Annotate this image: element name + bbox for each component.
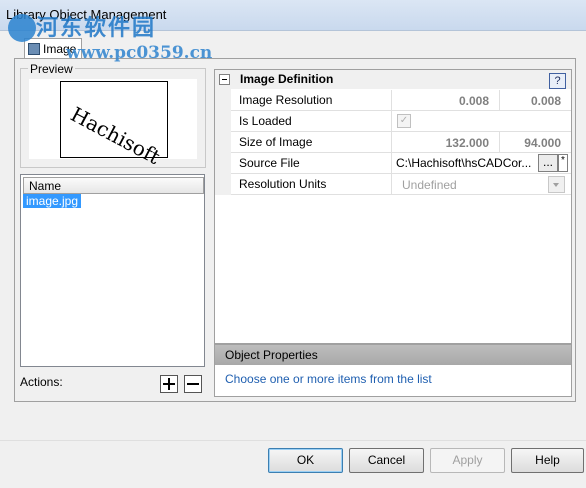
window-title: Library Object Management xyxy=(6,7,167,22)
property-name-cell[interactable]: Image Resolution xyxy=(231,90,392,110)
size-width-text: 132.000 xyxy=(445,136,489,150)
title-bar: Library Object Management xyxy=(0,0,586,31)
size-width-value[interactable]: 132.000 xyxy=(392,132,499,152)
resolution-x-text: 0.008 xyxy=(458,94,489,108)
resolution-units-select[interactable]: Undefined xyxy=(392,174,571,194)
asterisk-button[interactable]: * xyxy=(558,154,568,172)
help-button[interactable]: Help xyxy=(511,448,584,473)
property-name-cell[interactable]: Resolution Units xyxy=(231,174,392,194)
column-header-name: Name xyxy=(29,179,62,193)
size-height-value[interactable]: 94.000 xyxy=(500,132,571,152)
property-row-source-file: Source File C:\Hachisoft\hsCADCor... ...… xyxy=(231,153,571,174)
cancel-button[interactable]: Cancel xyxy=(349,448,424,473)
property-name: Is Loaded xyxy=(239,114,292,128)
tab-image-label: Image xyxy=(43,42,77,56)
browse-file-button[interactable]: ... xyxy=(538,154,558,172)
property-name: Resolution Units xyxy=(239,177,327,191)
property-grid: Image Definition ? Image Resolution 0.00… xyxy=(214,69,572,344)
property-name-cell[interactable]: Is Loaded xyxy=(231,111,392,131)
source-file-value[interactable]: C:\Hachisoft\hsCADCor... ... * xyxy=(392,153,571,173)
category-title: Image Definition xyxy=(240,72,334,86)
image-icon xyxy=(28,43,40,55)
preview-group-label: Preview xyxy=(28,62,75,76)
add-item-button[interactable] xyxy=(160,375,178,393)
chevron-down-icon[interactable] xyxy=(548,176,565,193)
property-help-button[interactable]: ? xyxy=(549,73,566,89)
property-name: Size of Image xyxy=(239,135,313,149)
property-name: Source File xyxy=(239,156,300,170)
is-loaded-checkbox[interactable]: ✓ xyxy=(397,114,411,128)
remove-item-button[interactable] xyxy=(184,375,202,393)
ok-button[interactable]: OK xyxy=(268,448,343,473)
image-list[interactable]: Name image.jpg xyxy=(20,174,205,367)
resolution-units-value: Undefined xyxy=(402,178,457,192)
object-properties-description: Choose one or more items from the list xyxy=(225,372,432,386)
source-file-path: C:\Hachisoft\hsCADCor... xyxy=(396,156,532,170)
object-properties-header: Object Properties xyxy=(215,345,571,365)
property-row-size-of-image: Size of Image 132.000 94.000 xyxy=(231,132,571,153)
category-row: Image Definition ? xyxy=(215,70,571,89)
property-row-image-resolution: Image Resolution 0.008 0.008 xyxy=(231,90,571,111)
object-properties-panel: Object Properties Choose one or more ite… xyxy=(214,344,572,397)
object-properties-title: Object Properties xyxy=(225,348,318,362)
actions-label: Actions: xyxy=(20,375,63,389)
size-height-text: 94.000 xyxy=(524,136,561,150)
resolution-y-value[interactable]: 0.008 xyxy=(500,90,571,110)
apply-button[interactable]: Apply xyxy=(430,448,505,473)
list-item[interactable]: image.jpg xyxy=(23,194,82,208)
property-name-cell[interactable]: Size of Image xyxy=(231,132,392,152)
collapse-icon[interactable] xyxy=(219,74,230,85)
is-loaded-value: ✓ xyxy=(392,111,571,131)
resolution-x-value[interactable]: 0.008 xyxy=(392,90,499,110)
grid-gutter xyxy=(215,89,231,195)
resolution-y-text: 0.008 xyxy=(530,94,561,108)
list-column-header[interactable]: Name xyxy=(23,177,204,194)
property-row-resolution-units: Resolution Units Undefined xyxy=(231,174,571,195)
tab-image[interactable]: Image xyxy=(24,38,82,59)
property-name-cell[interactable]: Source File xyxy=(231,153,392,173)
property-row-is-loaded: Is Loaded ✓ xyxy=(231,111,571,132)
property-name: Image Resolution xyxy=(239,93,333,107)
